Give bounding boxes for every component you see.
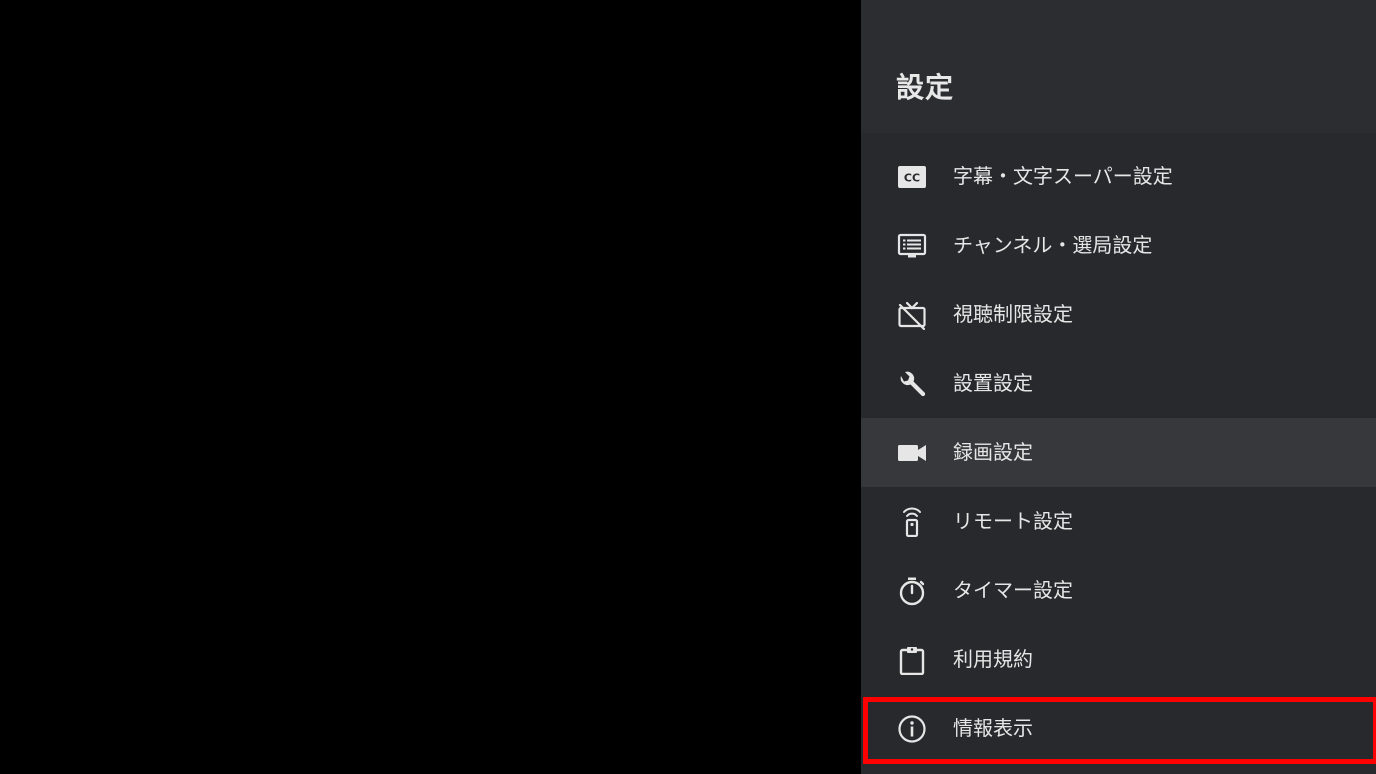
- menu-item-recording[interactable]: 録画設定: [861, 418, 1376, 487]
- wrench-icon: [897, 369, 927, 399]
- tv-off-icon: [897, 300, 927, 330]
- clipboard-icon: [897, 645, 927, 675]
- menu-item-label: 字幕・文字スーパー設定: [953, 164, 1173, 188]
- menu-item-subtitles[interactable]: CC 字幕・文字スーパー設定: [861, 142, 1376, 211]
- svg-text:CC: CC: [904, 172, 920, 185]
- settings-panel: 設定 CC 字幕・文字スーパー設定 チャンネル・選局設定 視聴制限設定 設置設定…: [861, 0, 1376, 774]
- menu-item-label: リモート設定: [953, 509, 1073, 533]
- menu-item-label: チャンネル・選局設定: [953, 233, 1153, 257]
- menu-item-label: 録画設定: [953, 440, 1033, 464]
- settings-header: 設定: [861, 0, 1376, 133]
- menu-item-label: 視聴制限設定: [953, 302, 1073, 326]
- menu-item-channel[interactable]: チャンネル・選局設定: [861, 211, 1376, 280]
- menu-item-parental-control[interactable]: 視聴制限設定: [861, 280, 1376, 349]
- closed-caption-icon: CC: [897, 162, 927, 192]
- menu-item-remote[interactable]: リモート設定: [861, 487, 1376, 556]
- remote-control-icon: [897, 507, 927, 537]
- tv-screen: 設定 CC 字幕・文字スーパー設定 チャンネル・選局設定 視聴制限設定 設置設定…: [0, 0, 1376, 774]
- settings-title: 設定: [896, 71, 955, 104]
- video-area: [0, 0, 861, 774]
- menu-item-info[interactable]: 情報表示: [861, 694, 1376, 763]
- menu-item-installation[interactable]: 設置設定: [861, 349, 1376, 418]
- menu-item-label: タイマー設定: [953, 578, 1073, 602]
- menu-item-label: 情報表示: [953, 716, 1033, 740]
- menu-item-label: 利用規約: [953, 647, 1033, 671]
- menu-item-label: 設置設定: [953, 371, 1033, 395]
- video-camera-icon: [897, 438, 927, 468]
- channel-list-icon: [897, 231, 927, 261]
- menu-item-terms[interactable]: 利用規約: [861, 625, 1376, 694]
- timer-icon: [897, 576, 927, 606]
- menu-item-timer[interactable]: タイマー設定: [861, 556, 1376, 625]
- info-icon: [897, 714, 927, 744]
